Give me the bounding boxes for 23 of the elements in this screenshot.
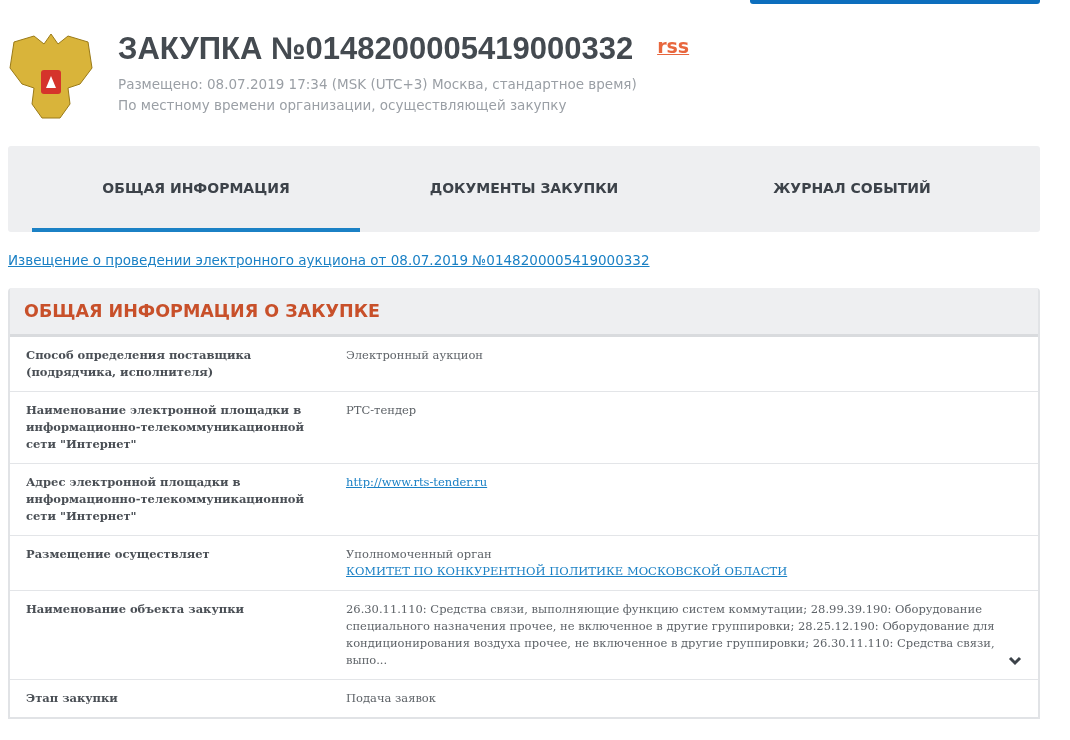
field-label: Наименование электронной площадки в информационно-телекоммуникационной сети "Интернет" (26, 402, 306, 454)
posted-date: Размещено: 08.07.2019 17:34 (MSK (UTC+3) Москва, стандартное время) (118, 75, 638, 95)
time-note: По местному времени организации, осуществляющей закупку (118, 96, 568, 116)
field-value: 26.30.11.110: Средства связи, выполняющие функцию систем коммутации; 28.99.39.190: Оборудование специального назначения прочее, не включенное в другие группировки; 28.25.12.190: Оборудование для кондиционирования воздуха прочее, не включенное в другие группировки; 26.30.11.110: Средства связи, выпо... (346, 601, 996, 670)
section-title: ОБЩАЯ ИНФОРМАЦИЯ О ЗАКУПКЕ (24, 301, 380, 321)
notice-link[interactable]: Извещение о проведении электронного аукциона от 08.07.2019 №0148200005419000332 (8, 252, 650, 268)
tab[interactable]: ДОКУМЕНТЫ ЗАКУПКИ (360, 146, 688, 232)
field-value: РТС-тендер (346, 402, 418, 420)
tab[interactable]: ОБЩАЯ ИНФОРМАЦИЯ (32, 146, 360, 232)
field-label: Размещение осуществляет (26, 546, 211, 564)
field-label: Способ определения поставщика (подрядчика, исполнителя) (26, 347, 253, 382)
field-label: Наименование объекта закупки (26, 601, 246, 619)
field-value: Уполномоченный орган (346, 546, 493, 564)
website-link[interactable]: http://www.rts-tender.ru (346, 475, 488, 490)
expand-chevron-icon[interactable] (1008, 656, 1022, 667)
tab[interactable]: ЖУРНАЛ СОБЫТИЙ (688, 146, 1016, 232)
page-title: ЗАКУПКА №0148200005419000332 (118, 32, 634, 67)
field-label: Адрес электронной площадки в информационно-телекоммуникационной сети "Интернет" (26, 474, 306, 526)
field-label: Этап закупки (26, 690, 119, 708)
organization-link[interactable]: КОМИТЕТ ПО КОНКУРЕНТНОЙ ПОЛИТИКЕ МОСКОВСКОЙ ОБЛАСТИ (346, 564, 788, 579)
field-value: Электронный аукцион (346, 347, 484, 365)
rss-link[interactable]: rss (657, 32, 690, 61)
field-value: Подача заявок (346, 690, 437, 708)
